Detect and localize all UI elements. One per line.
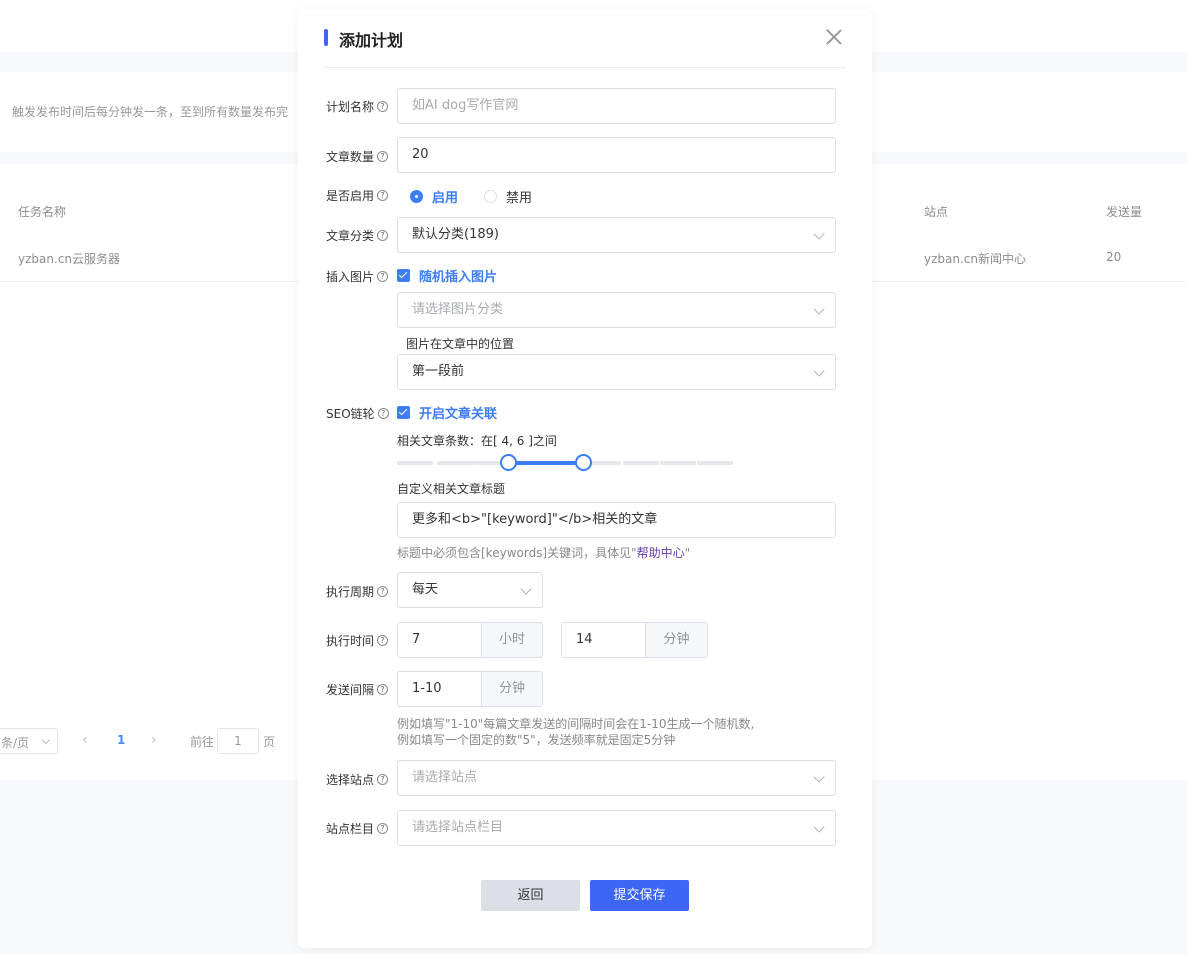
interval-hint-line2: 例如填写一个固定的数"5"，发送频率就是固定5分钟: [397, 733, 676, 747]
cell-send-count: 20: [1106, 250, 1122, 264]
site-select[interactable]: 请选择站点: [397, 760, 836, 796]
notice-text: 触发发布时间后每分钟发一条，至到所有数量发布完: [12, 105, 289, 119]
prev-page-icon[interactable]: ‹: [82, 732, 88, 748]
help-icon[interactable]: ?: [377, 271, 389, 282]
page-size-select[interactable]: 条/页: [0, 728, 58, 754]
enabled-label: 是否启用?: [326, 187, 389, 204]
cell-site: yzban.cn新闻中心: [924, 252, 1026, 266]
help-center-link[interactable]: 帮助中心: [637, 546, 685, 560]
interval-input[interactable]: 1-10: [397, 671, 482, 707]
article-count-label: 文章数量?: [326, 148, 389, 165]
dialog-title: 添加计划: [339, 31, 404, 50]
image-position-label: 图片在文章中的位置: [406, 337, 515, 351]
help-icon[interactable]: ?: [377, 101, 389, 112]
page-unit-label: 页: [263, 735, 276, 749]
interval-unit: 分钟: [481, 671, 543, 707]
plan-name-input[interactable]: 如AI dog写作官网: [397, 88, 836, 124]
help-icon[interactable]: ?: [377, 151, 389, 162]
hour-unit: 小时: [481, 622, 543, 658]
header-task-name: 任务名称: [18, 205, 67, 219]
slider-range-fill: [509, 461, 584, 465]
related-count-label: 相关文章条数：在[ 4, 6 ]之间: [397, 434, 557, 448]
slider-handle-min[interactable]: [500, 454, 517, 471]
category-select[interactable]: 默认分类(189): [397, 217, 836, 253]
exec-time-label: 执行时间?: [326, 632, 389, 649]
random-image-checkbox[interactable]: 随机插入图片: [397, 266, 497, 285]
goto-input[interactable]: 1: [217, 728, 259, 754]
article-count-input[interactable]: 20: [397, 137, 836, 173]
next-page-icon[interactable]: ›: [151, 732, 157, 748]
save-button[interactable]: 提交保存: [590, 880, 689, 911]
interval-hint-line1: 例如填写"1-10"每篇文章发送的间隔时间会在1-10生成一个随机数,: [397, 717, 755, 731]
radio-disable[interactable]: 禁用: [484, 187, 532, 206]
hour-input[interactable]: 7: [397, 622, 482, 658]
close-icon[interactable]: [824, 27, 844, 47]
radio-enable[interactable]: 启用: [410, 187, 458, 206]
cell-task-name: yzban.cn云服务器: [18, 252, 120, 266]
header-send-count: 发送量: [1106, 205, 1143, 219]
cycle-select[interactable]: 每天: [397, 572, 543, 608]
help-icon[interactable]: ?: [377, 190, 389, 201]
help-icon[interactable]: ?: [377, 586, 389, 597]
seo-link-label: SEO链轮?: [326, 405, 389, 422]
related-count-slider[interactable]: [397, 454, 734, 471]
custom-title-label: 自定义相关文章标题: [397, 482, 506, 496]
site-label: 选择站点?: [326, 771, 389, 788]
help-icon[interactable]: ?: [377, 408, 389, 419]
current-page[interactable]: 1: [117, 733, 125, 747]
minute-input[interactable]: 14: [561, 622, 646, 658]
slider-handle-max[interactable]: [575, 454, 592, 471]
header-site: 站点: [924, 205, 949, 219]
add-plan-dialog: 添加计划 计划名称? 如AI dog写作官网 文章数量? 20 是否启用? 启用…: [298, 10, 872, 948]
plan-name-label: 计划名称?: [326, 98, 389, 115]
back-button[interactable]: 返回: [481, 880, 580, 911]
help-icon[interactable]: ?: [377, 635, 389, 646]
category-label: 文章分类?: [326, 227, 389, 244]
help-icon[interactable]: ?: [377, 230, 389, 241]
help-icon[interactable]: ?: [377, 774, 389, 785]
minute-unit: 分钟: [645, 622, 708, 658]
image-position-select[interactable]: 第一段前: [397, 354, 836, 390]
article-relation-checkbox[interactable]: 开启文章关联: [397, 403, 497, 422]
title-divider: [324, 67, 846, 68]
image-category-select[interactable]: 请选择图片分类: [397, 292, 836, 328]
goto-label: 前往: [190, 735, 215, 749]
help-icon[interactable]: ?: [377, 823, 389, 834]
cycle-label: 执行周期?: [326, 583, 389, 600]
help-icon[interactable]: ?: [377, 684, 389, 695]
title-accent-icon: [324, 26, 328, 46]
column-label: 站点栏目?: [326, 820, 389, 837]
insert-image-label: 插入图片?: [326, 268, 389, 285]
custom-title-hint: 标题中必须包含[keywords]关键词，具体见"帮助中心": [397, 546, 691, 560]
pagination: 条/页 ‹ 1 › 前往 1 页: [0, 728, 300, 754]
column-select[interactable]: 请选择站点栏目: [397, 810, 836, 846]
custom-title-input[interactable]: 更多和<b>"[keyword]"</b>相关的文章: [397, 502, 836, 538]
interval-label: 发送间隔?: [326, 681, 389, 698]
